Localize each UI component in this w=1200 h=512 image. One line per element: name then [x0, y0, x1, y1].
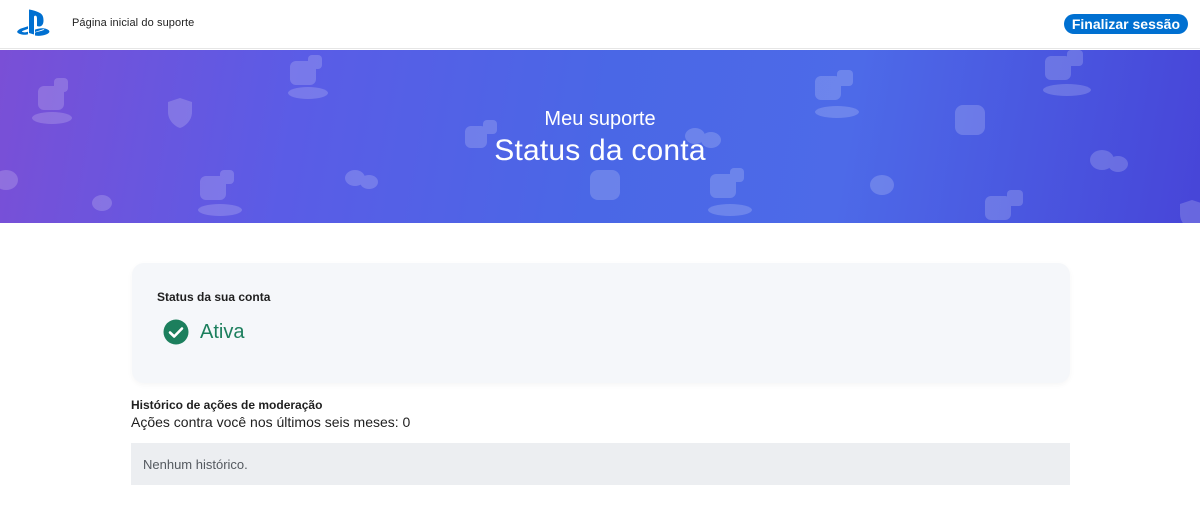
- hero-eyebrow: Meu suporte: [544, 108, 656, 130]
- chat-icon: [870, 175, 894, 195]
- moderation-history-list: Nenhum histórico.: [131, 443, 1070, 485]
- chat-icon: [92, 195, 112, 211]
- robot-icon: [288, 55, 328, 99]
- chat-icon: [345, 170, 378, 189]
- playstation-logo-icon[interactable]: [16, 9, 52, 39]
- account-status-value: Ativa: [200, 321, 245, 343]
- support-home-link[interactable]: Página inicial do suporte: [72, 17, 194, 29]
- account-status-label: Status da sua conta: [157, 290, 271, 304]
- empty-history-message: Nenhum histórico.: [143, 457, 248, 472]
- page-title: Status da conta: [494, 134, 706, 167]
- hero-banner: Meu suporte Status da conta: [0, 50, 1200, 223]
- robot-icon: [708, 168, 752, 216]
- chat-icon: [0, 170, 18, 190]
- robot-icon: [1043, 50, 1091, 96]
- top-bar: Página inicial do suporte Finalizar sess…: [0, 0, 1200, 49]
- account-status-card: Status da sua conta Ativa: [132, 263, 1070, 383]
- check-circle-icon: [163, 319, 189, 345]
- clock-icon: [590, 170, 620, 200]
- robot-icon: [985, 190, 1023, 220]
- signout-button[interactable]: Finalizar sessão: [1063, 14, 1188, 34]
- shield-icon: [1180, 200, 1200, 223]
- moderation-history-title: Histórico de ações de moderação: [131, 398, 323, 412]
- robot-icon: [198, 170, 242, 216]
- moderation-count-text: Ações contra você nos últimos seis meses…: [131, 414, 411, 430]
